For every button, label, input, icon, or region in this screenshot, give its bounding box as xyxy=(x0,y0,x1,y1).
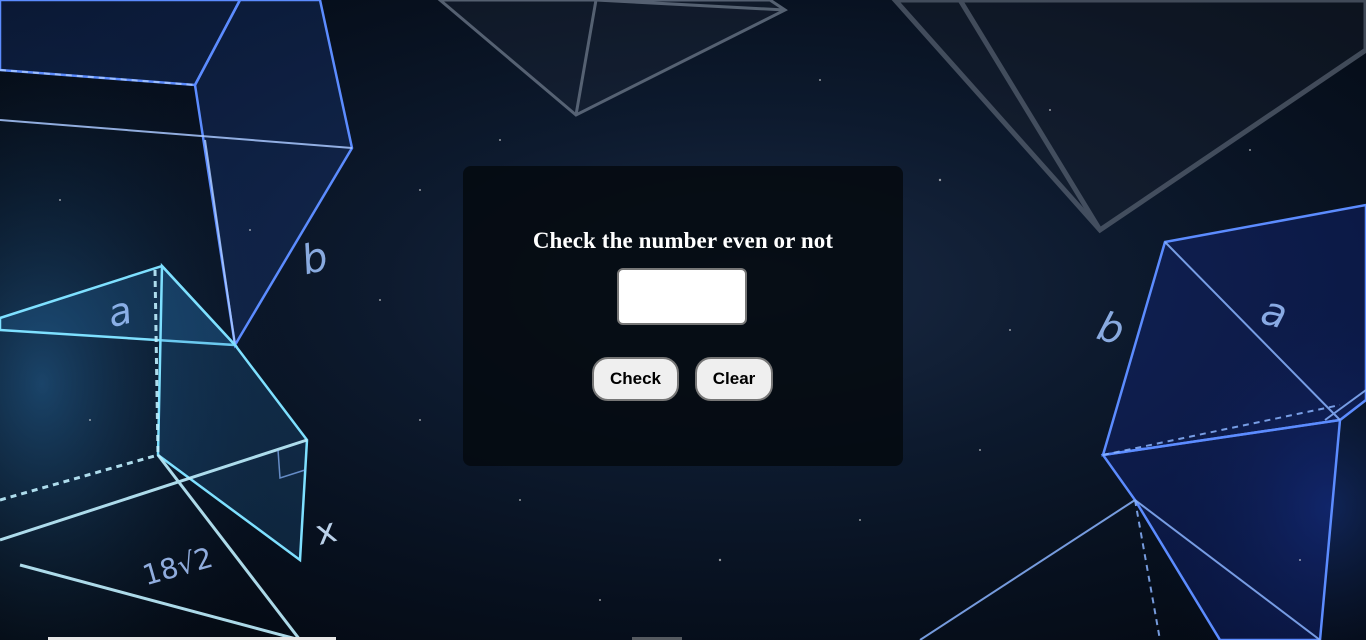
math-label: x xyxy=(311,510,341,554)
math-label: b xyxy=(296,233,333,285)
number-input[interactable] xyxy=(617,268,747,325)
math-label: 18√2 xyxy=(138,540,217,593)
math-label: a xyxy=(1256,287,1293,339)
even-check-card: Check the number even or not Check Clear xyxy=(463,166,903,466)
clear-button[interactable]: Clear xyxy=(695,357,773,401)
math-label: a xyxy=(103,287,137,337)
math-label: b xyxy=(1092,303,1130,355)
page-title: Check the number even or not xyxy=(532,228,834,253)
check-button[interactable]: Check xyxy=(592,357,679,401)
